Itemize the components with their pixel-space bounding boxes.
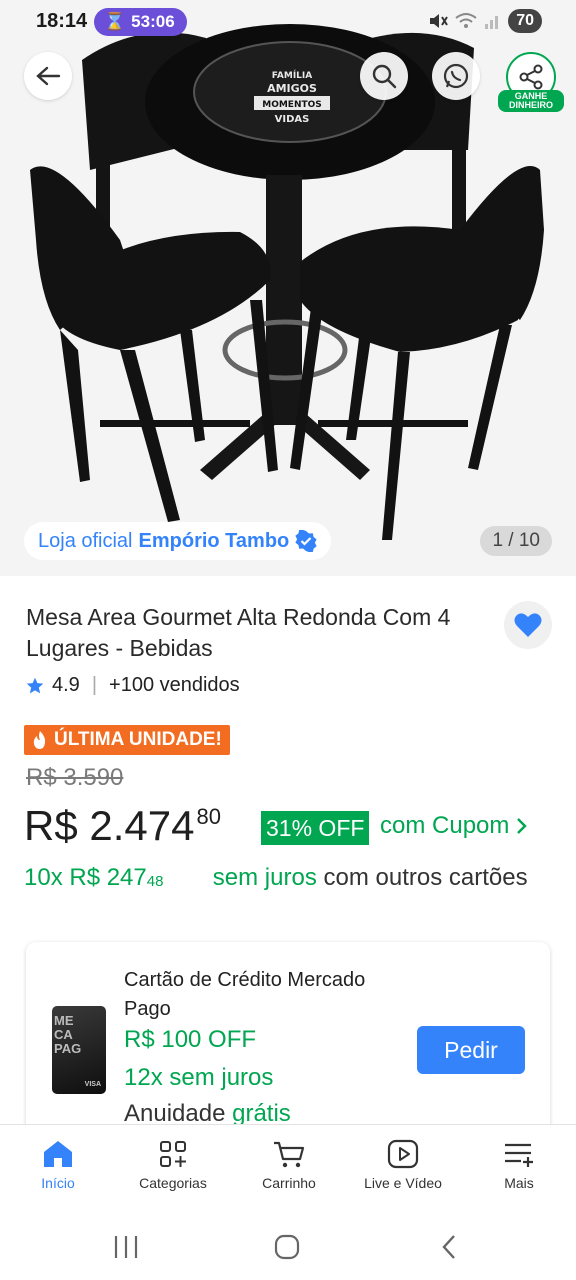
coupon-link[interactable]: com Cupom	[380, 812, 528, 840]
annual-fee-free: grátis	[232, 1100, 291, 1127]
installments-info: 10x R$ 24748 sem juros com outros cartõe…	[24, 860, 544, 896]
cart-icon	[274, 1141, 305, 1168]
installments-cents: 48	[146, 873, 164, 890]
installments-amount: 10x R$ 247	[24, 864, 147, 891]
verified-badge-icon	[295, 530, 317, 552]
nav-more[interactable]: Mais	[459, 1139, 576, 1191]
credit-card-installments: 12x sem juros	[124, 1064, 274, 1091]
credit-card-offer[interactable]: ME CA PAG VISA Cartão de Crédito Mercado…	[26, 942, 550, 1142]
price-cents: 80	[196, 804, 221, 829]
credit-card-discount: R$ 100 OFF	[124, 1026, 257, 1053]
timer-value: 53:06	[131, 12, 175, 31]
battery-indicator: 70	[508, 9, 542, 33]
share-earn-button[interactable]: GANHE DINHEIRO	[498, 52, 564, 112]
mercado-pago-card-image: ME CA PAG VISA	[52, 1006, 106, 1094]
discount-badge: 31% OFF	[261, 811, 370, 845]
product-title: Mesa Area Gourmet Alta Redonda Com 4 Lug…	[26, 604, 451, 661]
installments-rest: com outros cartões	[323, 864, 528, 891]
table-word-1: FAMÍLIA	[272, 69, 312, 81]
screen-timer: ⌛ 53:06	[94, 8, 187, 36]
nav-categories-label: Categorias	[139, 1175, 207, 1191]
nav-more-label: Mais	[504, 1175, 534, 1191]
rating-row[interactable]: 4.9 | +100 vendidos	[26, 674, 240, 697]
status-bar: 18:14 ⌛ 53:06 70	[0, 0, 576, 44]
last-unit-badge: ÚLTIMA UNIDADE!	[24, 725, 230, 755]
back-button[interactable]	[24, 52, 72, 100]
original-price: R$ 3.590	[26, 764, 124, 791]
wifi-icon	[455, 13, 477, 28]
coupon-link-text: com Cupom	[380, 812, 510, 839]
nav-cart-label: Carrinho	[262, 1175, 316, 1191]
card-image-text: ME CA PAG	[54, 1013, 82, 1056]
nav-home[interactable]: Início	[0, 1139, 118, 1191]
nav-home-label: Início	[41, 1175, 75, 1191]
heart-icon	[514, 613, 542, 637]
rating-value: 4.9	[52, 674, 80, 696]
request-card-button[interactable]: Pedir	[417, 1026, 525, 1074]
last-unit-text: ÚLTIMA UNIDADE!	[54, 729, 222, 750]
signal-icon	[485, 16, 499, 29]
flame-icon	[33, 731, 46, 749]
nav-categories[interactable]: Categorias	[113, 1139, 233, 1191]
official-store-prefix: Loja oficial	[38, 529, 133, 552]
recent-apps-button[interactable]	[112, 1236, 142, 1258]
hourglass-icon: ⌛	[104, 12, 126, 31]
seller-name: Empório Tambo	[138, 529, 290, 552]
back-system-button[interactable]	[442, 1235, 455, 1259]
table-word-3: MOMENTOS	[262, 100, 322, 110]
menu-plus-icon	[505, 1143, 533, 1167]
whatsapp-icon	[443, 63, 469, 89]
image-counter: 1 / 10	[480, 526, 552, 556]
official-store-link[interactable]: Loja oficial Empório Tambo	[24, 522, 332, 560]
search-icon	[372, 64, 397, 89]
share-earn-badge: GANHE DINHEIRO	[498, 90, 564, 112]
system-navigation-bar	[0, 1208, 576, 1280]
home-icon	[44, 1141, 72, 1167]
visa-logo: VISA	[84, 1081, 101, 1088]
whatsapp-button[interactable]	[432, 52, 480, 100]
credit-card-title: Cartão de Crédito Mercado Pago	[124, 969, 366, 1020]
favorite-button[interactable]	[504, 601, 552, 649]
nav-live-video-label: Live e Vídeo	[364, 1175, 442, 1191]
rating-separator: |	[91, 674, 98, 696]
installments-no-interest: sem juros	[212, 864, 317, 891]
nav-cart[interactable]: Carrinho	[229, 1139, 349, 1191]
nav-live-video[interactable]: Live e Vídeo	[343, 1139, 463, 1191]
current-price: R$ 2.474 80	[24, 800, 221, 852]
search-button[interactable]	[360, 52, 408, 100]
status-time: 18:14	[36, 10, 88, 32]
status-indicators: 70	[428, 9, 542, 33]
price-integer: R$ 2.474	[24, 802, 195, 849]
star-icon	[26, 677, 44, 693]
arrow-left-icon	[36, 66, 61, 86]
annual-fee-label: Anuidade	[124, 1100, 226, 1127]
chevron-right-icon	[517, 818, 528, 834]
share-icon	[519, 64, 543, 90]
play-video-icon	[387, 1139, 419, 1169]
product-image-carousel[interactable]: FAMÍLIA AMIGOS MOMENTOS VIDAS 18:14 ⌛ 53…	[0, 0, 576, 576]
mute-icon	[430, 14, 449, 28]
categories-icon	[160, 1141, 186, 1167]
bottom-navigation: Início Categorias Carrinho Live e Vídeo …	[0, 1124, 576, 1208]
home-system-button[interactable]	[274, 1234, 300, 1260]
sold-count: +100 vendidos	[109, 674, 240, 696]
product-photo: FAMÍLIA AMIGOS MOMENTOS VIDAS	[0, 0, 576, 576]
table-word-2: AMIGOS	[267, 82, 317, 95]
table-word-4: VIDAS	[275, 114, 310, 125]
